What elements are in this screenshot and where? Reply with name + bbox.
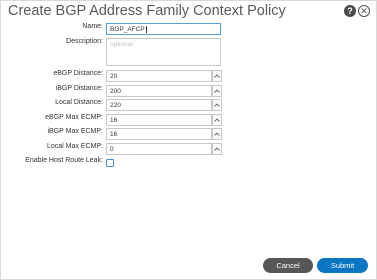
ibgp-distance-stepper[interactable]: [212, 85, 222, 97]
ebgp-distance-stepper[interactable]: [212, 70, 222, 82]
chevron-up-icon: [214, 132, 220, 136]
chevron-up-icon: [214, 74, 220, 78]
ibgp-max-ecmp-row: iBGP Max ECMP:: [1, 128, 104, 140]
ebgp-distance-input[interactable]: 20: [106, 70, 212, 82]
ebgp-distance-label: eBGP Distance:: [53, 70, 103, 77]
ebgp-max-ecmp-stepper[interactable]: [212, 114, 222, 126]
description-placeholder: optional: [110, 41, 133, 48]
host-route-leak-checkbox[interactable]: [106, 159, 114, 167]
host-route-leak-label: Enable Host Route Leak:: [25, 157, 103, 164]
text-caret: [145, 25, 147, 33]
name-row: Name:: [1, 23, 103, 35]
ibgp-distance-label: iBGP Distance:: [55, 85, 103, 92]
local-max-ecmp-value: 0: [110, 145, 114, 153]
local-distance-row: Local Distance:: [1, 99, 103, 111]
description-row: Description:: [1, 38, 103, 50]
chevron-up-icon: [214, 89, 220, 93]
ibgp-max-ecmp-value: 16: [110, 130, 118, 138]
chevron-up-icon: [214, 118, 220, 122]
local-max-ecmp-row: Local Max ECMP:: [1, 143, 103, 155]
create-bgp-af-context-policy-dialog: Create BGP Address Family Context Policy…: [0, 0, 377, 280]
ibgp-max-ecmp-label: iBGP Max ECMP:: [47, 128, 104, 135]
ibgp-max-ecmp-stepper[interactable]: [212, 128, 222, 140]
ibgp-distance-input[interactable]: 200: [106, 85, 212, 97]
dialog-title: Create BGP Address Family Context Policy: [8, 3, 286, 19]
local-max-ecmp-stepper[interactable]: [212, 143, 222, 155]
host-route-leak-row: Enable Host Route Leak:: [1, 157, 103, 169]
name-label: Name:: [82, 23, 103, 30]
submit-button[interactable]: Submit: [317, 258, 368, 273]
local-distance-label: Local Distance:: [55, 99, 103, 106]
description-input[interactable]: optional: [106, 38, 221, 66]
header-icons: ? ✕: [344, 5, 370, 17]
ibgp-distance-value: 200: [110, 87, 121, 95]
local-distance-input[interactable]: 220: [106, 99, 212, 111]
chevron-up-icon: [214, 103, 220, 107]
cancel-button[interactable]: Cancel: [263, 258, 313, 273]
name-input[interactable]: BGP_AFCP: [106, 23, 221, 35]
local-max-ecmp-label: Local Max ECMP:: [46, 143, 103, 150]
name-value: BGP_AFCP: [110, 25, 145, 33]
ebgp-distance-row: eBGP Distance:: [1, 70, 103, 82]
close-icon[interactable]: ✕: [358, 5, 370, 17]
local-distance-value: 220: [110, 101, 121, 109]
local-distance-stepper[interactable]: [212, 99, 222, 111]
chevron-up-icon: [214, 147, 220, 151]
ebgp-distance-value: 20: [110, 72, 118, 80]
ibgp-max-ecmp-input[interactable]: 16: [106, 128, 212, 140]
ebgp-max-ecmp-row: eBGP Max ECMP:: [1, 114, 103, 126]
ibgp-distance-row: iBGP Distance:: [1, 85, 103, 97]
ebgp-max-ecmp-input[interactable]: 16: [106, 114, 212, 126]
ebgp-max-ecmp-value: 16: [110, 116, 118, 124]
description-label: Description:: [66, 38, 103, 45]
help-icon[interactable]: ?: [344, 5, 356, 17]
local-max-ecmp-input[interactable]: 0: [106, 143, 212, 155]
ebgp-max-ecmp-label: eBGP Max ECMP:: [45, 114, 103, 121]
